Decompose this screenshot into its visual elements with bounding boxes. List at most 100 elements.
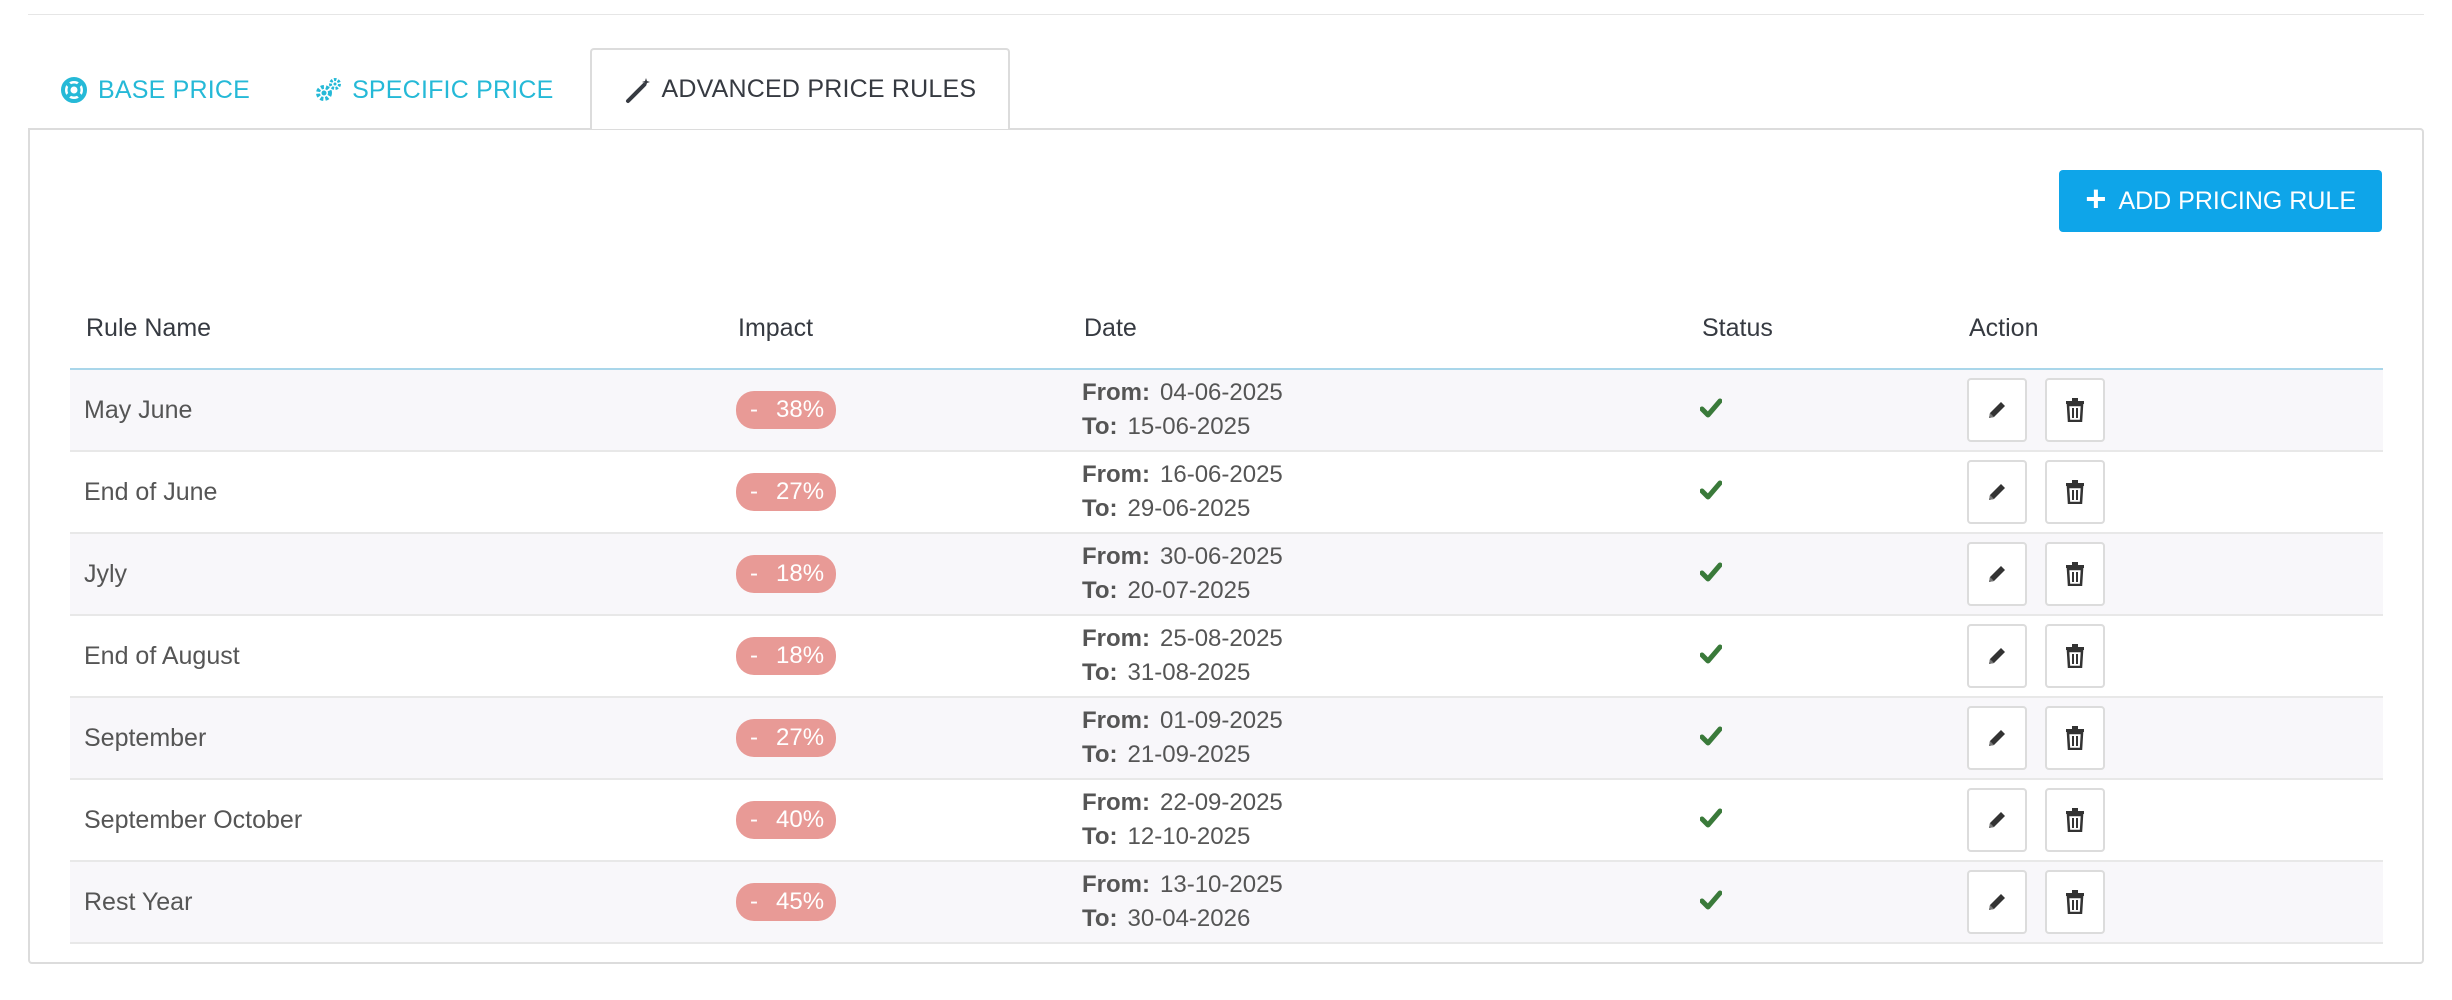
status-cell [1686,642,1953,671]
from-value: 01-09-2025 [1160,707,1283,734]
to-value: 15-06-2025 [1127,413,1251,440]
delete-button[interactable] [2045,378,2105,442]
impact-sign: - [750,478,758,505]
edit-button[interactable] [1967,624,2027,688]
trash-icon [2066,644,2084,668]
check-icon[interactable] [1700,726,1722,746]
date-cell: From: 22-09-2025 To: 12-10-2025 [1068,786,1686,854]
rule-name: Rest Year [84,887,193,916]
delete-button[interactable] [2045,460,2105,524]
date-cell: From: 30-06-2025 To: 20-07-2025 [1068,540,1686,608]
date-to: To: 31-08-2025 [1082,656,1686,690]
check-icon[interactable] [1700,562,1722,582]
from-label: From: [1082,543,1150,570]
tab-advanced-price-rules[interactable]: ADVANCED PRICE RULES [589,48,1011,129]
from-value: 22-09-2025 [1160,789,1283,816]
impact-cell: - 27% [722,719,1068,757]
to-label: To: [1082,905,1118,932]
to-value: 30-04-2026 [1127,905,1251,932]
date-to: To: 20-07-2025 [1082,574,1686,608]
date-to: To: 15-06-2025 [1082,410,1686,444]
to-value: 21-09-2025 [1127,741,1251,768]
pencil-icon [1989,894,2005,910]
edit-button[interactable] [1967,542,2027,606]
pencil-icon [1989,402,2005,418]
impact-cell: - 18% [722,637,1068,675]
top-divider [28,14,2424,15]
check-icon[interactable] [1700,890,1722,910]
to-label: To: [1082,495,1118,522]
check-icon[interactable] [1700,480,1722,500]
pencil-icon [1989,484,2005,500]
delete-button[interactable] [2045,706,2105,770]
impact-value: 40% [776,806,825,833]
trash-icon [2066,890,2084,914]
header-date: Date [1084,313,1137,342]
impact-sign: - [750,724,758,751]
impact-value: 18% [776,642,825,669]
pencil-icon [1989,730,2005,746]
date-from: From: 25-08-2025 [1082,622,1686,656]
impact-badge: - 27% [736,473,837,511]
delete-button[interactable] [2045,788,2105,852]
trash-icon [2066,726,2084,750]
edit-button[interactable] [1967,870,2027,934]
edit-button[interactable] [1967,460,2027,524]
to-value: 12-10-2025 [1127,823,1251,850]
tab-advanced-price-rules-label: ADVANCED PRICE RULES [661,75,977,103]
action-cell [1953,788,2383,852]
pricing-rules-table: Rule Name Impact Date Status Action May … [70,288,2383,944]
delete-button[interactable] [2045,542,2105,606]
impact-sign: - [750,806,758,833]
table-row: End of August - 18% From: 25-08-2025 To: 3… [70,616,2383,698]
plus-icon: + [2085,178,2107,219]
from-value: 13-10-2025 [1160,871,1283,898]
date-cell: From: 01-09-2025 To: 21-09-2025 [1068,704,1686,772]
impact-value: 45% [776,888,825,915]
check-icon[interactable] [1700,644,1722,664]
impact-badge: - 18% [736,637,837,675]
date-to: To: 29-06-2025 [1082,492,1686,526]
to-label: To: [1082,823,1118,850]
from-label: From: [1082,625,1150,652]
impact-cell: - 38% [722,391,1068,429]
trash-icon [2066,480,2084,504]
date-to: To: 21-09-2025 [1082,738,1686,772]
date-to: To: 12-10-2025 [1082,820,1686,854]
date-cell: From: 16-06-2025 To: 29-06-2025 [1068,458,1686,526]
impact-value: 18% [776,560,825,587]
to-value: 20-07-2025 [1127,577,1251,604]
table-row: September - 27% From: 01-09-2025 To: 21-09… [70,698,2383,780]
to-value: 29-06-2025 [1127,495,1251,522]
rule-name: End of August [84,641,240,670]
table-row: September October - 40% From: 22-09-2025 … [70,780,2383,862]
impact-badge: - 45% [736,883,837,921]
edit-button[interactable] [1967,788,2027,852]
tab-specific-price[interactable]: SPECIFIC PRICE [282,51,585,129]
edit-button[interactable] [1967,706,2027,770]
from-label: From: [1082,461,1150,488]
impact-badge: - 27% [736,719,837,757]
from-label: From: [1082,789,1150,816]
from-value: 30-06-2025 [1160,543,1283,570]
to-value: 31-08-2025 [1127,659,1251,686]
rule-name: May June [84,395,193,424]
delete-button[interactable] [2045,624,2105,688]
impact-cell: - 27% [722,473,1068,511]
tab-base-price[interactable]: BASE PRICE [28,51,282,129]
delete-button[interactable] [2045,870,2105,934]
trash-icon [2066,398,2084,422]
date-cell: From: 13-10-2025 To: 30-04-2026 [1068,868,1686,936]
table-header: Rule Name Impact Date Status Action [70,288,2383,370]
edit-button[interactable] [1967,378,2027,442]
pencil-icon [1989,566,2005,582]
add-pricing-rule-label: ADD PRICING RULE [2118,186,2356,215]
add-pricing-rule-button[interactable]: + ADD PRICING RULE [2059,170,2382,232]
status-cell [1686,806,1953,835]
check-icon[interactable] [1700,398,1722,418]
check-icon[interactable] [1700,808,1722,828]
date-cell: From: 25-08-2025 To: 31-08-2025 [1068,622,1686,690]
from-label: From: [1082,707,1150,734]
header-impact: Impact [738,313,814,342]
table-row: End of June - 27% From: 16-06-2025 To: 29-… [70,452,2383,534]
